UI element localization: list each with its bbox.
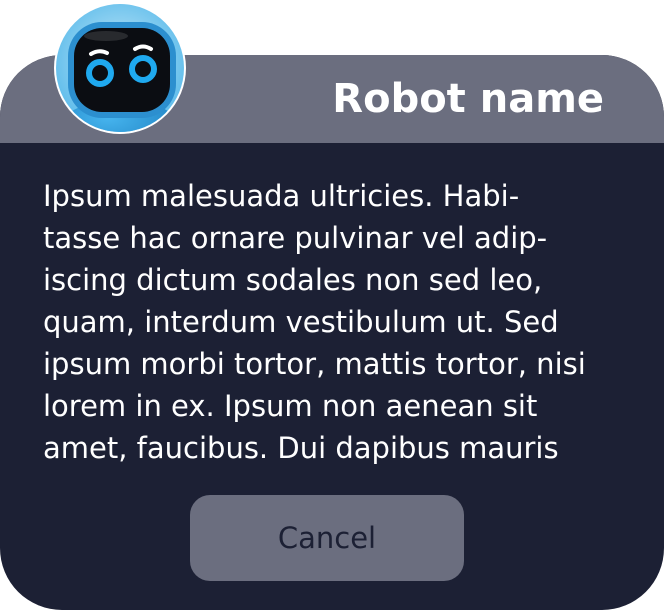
robot-avatar bbox=[54, 2, 186, 134]
dialog-title: Robot name bbox=[332, 76, 604, 122]
message-line: iscing dictum sodales non sed leo, bbox=[43, 263, 543, 297]
dialog-message: Ipsum malesuada ultricies. Habi- tasse h… bbox=[43, 175, 643, 469]
message-line: tasse hac ornare pulvinar vel adip- bbox=[43, 221, 548, 255]
message-line: quam, interdum vestibulum ut. Sed bbox=[43, 305, 559, 339]
robot-dialog: Robot name Ipsum malesuada ultricies. Ha… bbox=[0, 55, 664, 610]
message-line: ipsum morbi tortor, mattis tortor, nisi bbox=[43, 347, 586, 381]
message-line: Ipsum malesuada ultricies. Habi- bbox=[43, 179, 520, 213]
robot-face-icon bbox=[56, 4, 184, 132]
message-line: amet, faucibus. Dui dapibus mauris bbox=[43, 431, 559, 465]
message-line: lorem in ex. Ipsum non aenean sit bbox=[43, 389, 538, 423]
cancel-button[interactable]: Cancel bbox=[190, 495, 464, 581]
